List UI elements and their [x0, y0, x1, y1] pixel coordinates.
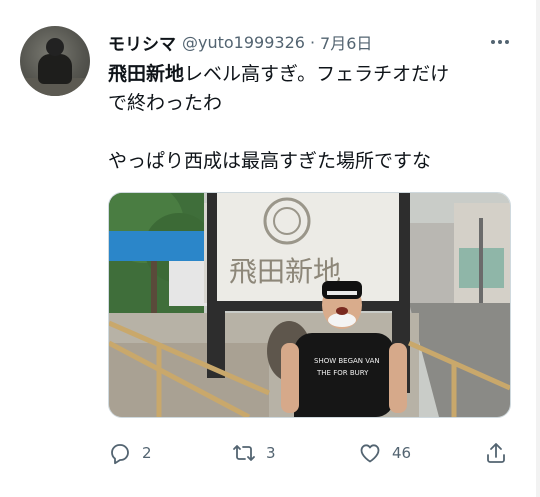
tweet-card[interactable]: モリシマ @yuto1999326 · 7月6日 飛田新地レベル高すぎ。フェラチ… [0, 0, 540, 497]
author-handle[interactable]: @yuto1999326 [182, 33, 305, 52]
tweet-text: 飛田新地レベル高すぎ。フェラチオだけ で終わったわ やっぱり西成は最高すぎた場所… [108, 60, 518, 176]
share-icon [487, 443, 505, 463]
retweet-button[interactable]: 3 [232, 438, 276, 468]
more-horizontal-icon [491, 40, 495, 44]
reply-icon [111, 444, 129, 465]
share-button[interactable] [484, 438, 508, 468]
avatar-figure-head [46, 38, 64, 56]
reply-count: 2 [142, 444, 152, 462]
retweet-count: 3 [266, 444, 276, 462]
tweet-actions: 2 3 46 [108, 438, 518, 468]
header-separator: · [309, 32, 316, 52]
shirt-text-1: SHOW BEGAN VAN [314, 357, 380, 365]
tweet-photo[interactable]: 飛田新地 SHOW BEGAN VAN THE FOR BURY [108, 192, 511, 418]
tweet-text-line-2: で終わったわ [108, 92, 223, 114]
retweet-icon [233, 445, 255, 461]
avatar-figure-body [38, 54, 72, 84]
tweet-photo-image: 飛田新地 SHOW BEGAN VAN THE FOR BURY [109, 193, 510, 417]
more-horizontal-icon-dot [505, 40, 509, 44]
shirt-text-2: THE FOR BURY [316, 369, 369, 377]
more-options-button[interactable] [486, 32, 514, 52]
tweet-date[interactable]: 7月6日 [320, 30, 372, 54]
like-count: 46 [392, 444, 412, 462]
scrollbar[interactable] [536, 0, 540, 497]
more-horizontal-icon-dot [498, 40, 502, 44]
reply-button[interactable]: 2 [108, 438, 152, 468]
heart-icon [360, 444, 380, 463]
avatar[interactable] [20, 26, 90, 96]
like-button[interactable]: 46 [358, 438, 411, 468]
tweet-header: モリシマ @yuto1999326 · 7月6日 [108, 30, 372, 55]
tweet-text-bold: 飛田新地 [108, 63, 185, 85]
tweet-text-line-1-rest: レベル高すぎ。フェラチオだけ [184, 63, 450, 85]
author-display-name[interactable]: モリシマ [108, 30, 176, 55]
tweet-text-line-1: 飛田新地レベル高すぎ。フェラチオだけ [108, 60, 518, 89]
tweet-text-line-3: やっぱり西成は最高すぎた場所ですな [108, 150, 432, 172]
